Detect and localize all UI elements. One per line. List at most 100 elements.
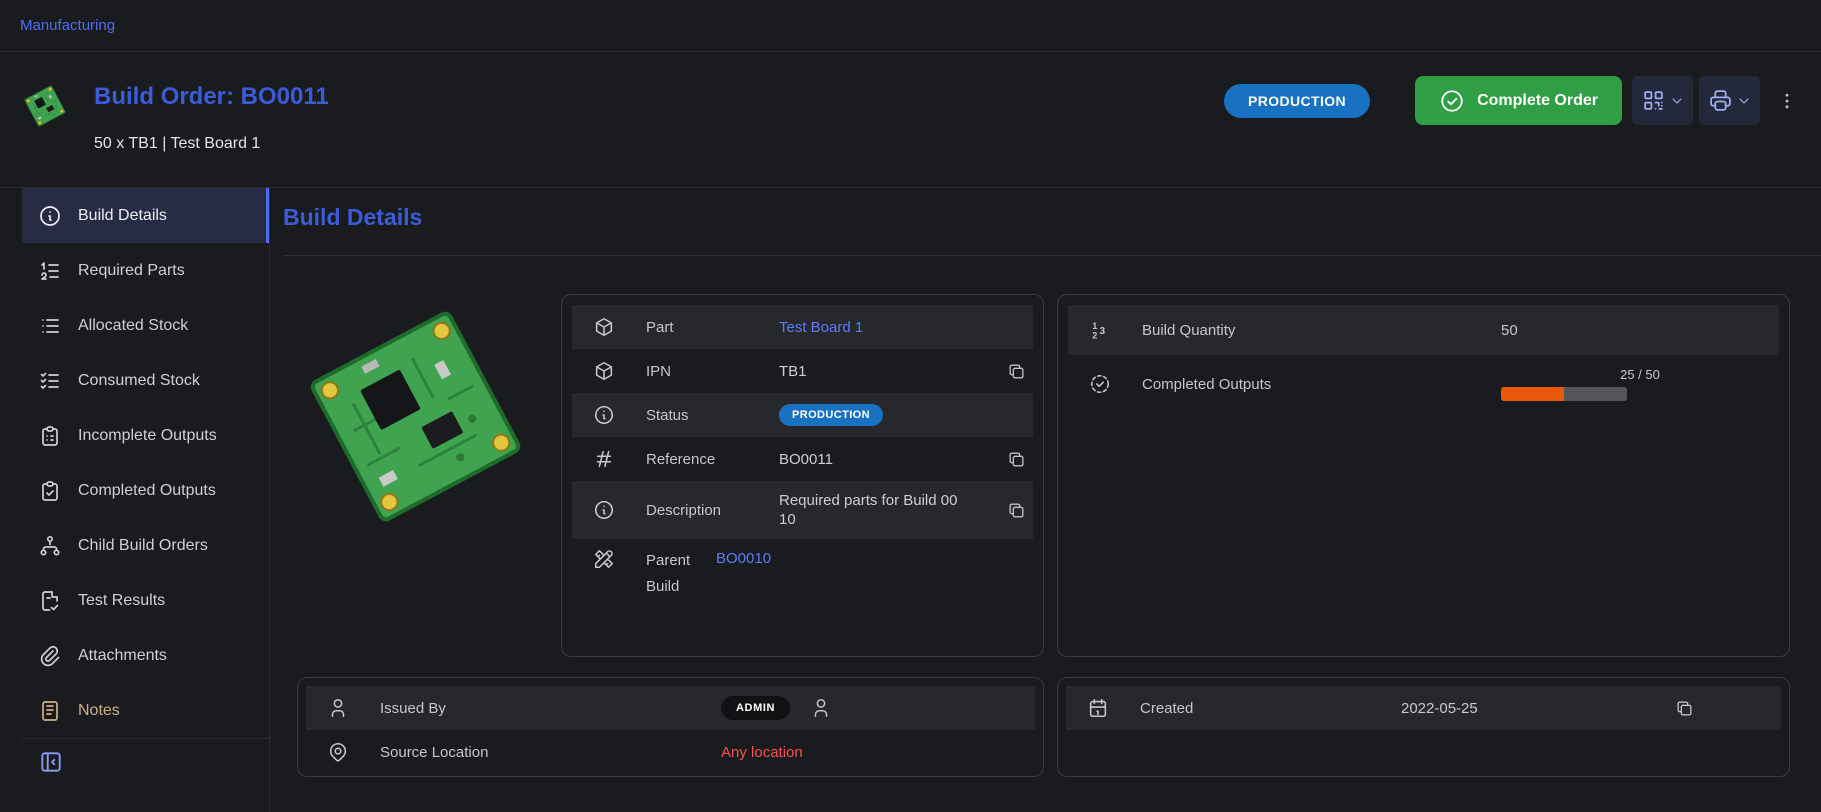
more-actions-button[interactable]	[1776, 76, 1798, 125]
page-header: Build Order: BO0011 50 x TB1 | Test Boar…	[0, 52, 1821, 187]
svg-text:3: 3	[1100, 326, 1106, 337]
detail-value: Required parts for Build 0010	[769, 491, 965, 529]
issued-by-badge: ADMIN	[721, 696, 790, 720]
qrcode-icon	[1641, 88, 1666, 113]
sidebar-item-required-parts[interactable]: Required Parts	[22, 243, 269, 298]
info-circle-icon	[572, 499, 636, 521]
detail-value: TB1	[769, 363, 999, 380]
chevron-down-icon	[1669, 93, 1685, 109]
build-order-page: Manufacturing Build Order: BO0011 50 x T…	[0, 0, 1821, 812]
part-link[interactable]: Test Board 1	[779, 319, 863, 336]
sidebar-item-completed-outputs[interactable]: Completed Outputs	[22, 463, 269, 518]
progress-bar	[1501, 387, 1627, 401]
sidebar-item-label: Completed Outputs	[78, 482, 216, 500]
detail-row-completed-outputs: Completed Outputs 25 / 50	[1068, 355, 1779, 413]
info-circle-icon	[572, 404, 636, 426]
detail-label: Description	[636, 502, 769, 519]
sidebar-item-label: Build Details	[78, 207, 167, 225]
complete-order-button[interactable]: Complete Order	[1415, 76, 1622, 125]
sidebar-item-label: Test Results	[78, 592, 165, 610]
part-details-panel: Part Test Board 1 IPN TB1 Status PRODUCT…	[561, 294, 1044, 657]
source-location-value: Any location	[711, 744, 1035, 761]
detail-row-created: Created 2022-05-25	[1066, 686, 1781, 730]
copy-icon	[1007, 362, 1026, 381]
part-image-cell	[283, 294, 548, 657]
calendar-icon	[1066, 697, 1130, 719]
sidebar-item-consumed-stock[interactable]: Consumed Stock	[22, 353, 269, 408]
collapse-sidebar-button[interactable]	[38, 749, 64, 775]
detail-label: Build Quantity	[1132, 322, 1491, 339]
sidebar-item-label: Allocated Stock	[78, 317, 188, 335]
sidebar-item-label: Incomplete Outputs	[78, 427, 217, 445]
detail-value: 2022-05-25	[1401, 700, 1478, 717]
sidebar-item-test-results[interactable]: Test Results	[22, 573, 269, 628]
sidebar-item-build-details[interactable]: Build Details	[22, 188, 269, 243]
section-divider	[283, 255, 1821, 256]
detail-label: Issued By	[370, 700, 711, 717]
sidebar-item-label: Required Parts	[78, 262, 185, 280]
notes-icon	[38, 699, 62, 723]
breadcrumb-link-manufacturing[interactable]: Manufacturing	[20, 17, 115, 34]
header-actions: PRODUCTION Complete Order	[1224, 76, 1798, 125]
detail-row-issued-by: Issued By ADMIN	[306, 686, 1035, 730]
copy-button[interactable]	[999, 357, 1033, 385]
status-badge: PRODUCTION	[779, 404, 883, 426]
sidebar-item-notes[interactable]: Notes	[22, 683, 269, 738]
copy-icon	[1675, 699, 1694, 718]
info-circle-icon	[38, 204, 62, 228]
complete-order-label: Complete Order	[1477, 92, 1598, 110]
detail-row-build-quantity: 123 Build Quantity 50	[1068, 305, 1779, 355]
file-check-icon	[38, 589, 62, 613]
detail-row-reference: Reference BO0011	[572, 437, 1033, 481]
progress-fill	[1501, 387, 1564, 401]
detail-label: Completed Outputs	[1132, 376, 1491, 393]
dots-vertical-icon	[1777, 91, 1797, 111]
parent-build-link[interactable]: BO0010	[716, 550, 771, 567]
detail-row-ipn: IPN TB1	[572, 349, 1033, 393]
sidebar: Build Details Required Parts Allocated S…	[0, 188, 270, 812]
sidebar-item-attachments[interactable]: Attachments	[22, 628, 269, 683]
user-icon	[306, 697, 370, 719]
breadcrumb: Manufacturing	[0, 0, 1821, 52]
pcb-thumbnail	[21, 82, 69, 130]
list-icon	[38, 314, 62, 338]
detail-label: Created	[1130, 700, 1401, 717]
chevron-down-icon	[1736, 93, 1752, 109]
content: Build Details Required Parts Allocated S…	[0, 187, 1821, 812]
detail-label: Part	[636, 319, 769, 336]
progress-check-icon	[1068, 373, 1132, 395]
map-pin-icon	[306, 741, 370, 763]
detail-row-description: Description Required parts for Build 001…	[572, 481, 1033, 539]
user-icon	[810, 697, 832, 719]
detail-label: Status	[636, 407, 769, 424]
detail-label: Parent Build	[636, 548, 706, 600]
paperclip-icon	[38, 644, 62, 668]
copy-icon	[1007, 450, 1026, 469]
sidebar-item-label: Consumed Stock	[78, 372, 200, 390]
dates-panel: Created 2022-05-25	[1057, 677, 1790, 777]
copy-button[interactable]	[999, 445, 1033, 473]
sidebar-item-allocated-stock[interactable]: Allocated Stock	[22, 298, 269, 353]
detail-row-status: Status PRODUCTION	[572, 393, 1033, 437]
copy-button[interactable]	[1667, 694, 1701, 722]
sidebar-item-label: Notes	[78, 702, 120, 720]
detail-value: BO0011	[769, 451, 999, 468]
main-panel: Build Details Part Test Board 1	[270, 188, 1821, 812]
page-subtitle: 50 x TB1 | Test Board 1	[94, 135, 329, 153]
details-grid: Part Test Board 1 IPN TB1 Status PRODUCT…	[283, 294, 1777, 777]
sidebar-item-child-build-orders[interactable]: Child Build Orders	[22, 518, 269, 573]
clipboard-list-icon	[38, 424, 62, 448]
circle-check-icon	[1439, 88, 1465, 114]
page-title: Build Order: BO0011	[94, 82, 329, 112]
sidebar-item-label: Attachments	[78, 647, 167, 665]
detail-row-part: Part Test Board 1	[572, 305, 1033, 349]
sidebar-divider	[22, 738, 269, 739]
sidebar-item-label: Child Build Orders	[78, 537, 208, 555]
completed-outputs-progress: 25 / 50	[1501, 367, 1779, 401]
print-actions-button[interactable]	[1699, 76, 1760, 125]
copy-button[interactable]	[999, 496, 1033, 524]
barcode-actions-button[interactable]	[1632, 76, 1693, 125]
status-badge: PRODUCTION	[1224, 84, 1370, 118]
part-image[interactable]	[293, 294, 538, 539]
sidebar-item-incomplete-outputs[interactable]: Incomplete Outputs	[22, 408, 269, 463]
